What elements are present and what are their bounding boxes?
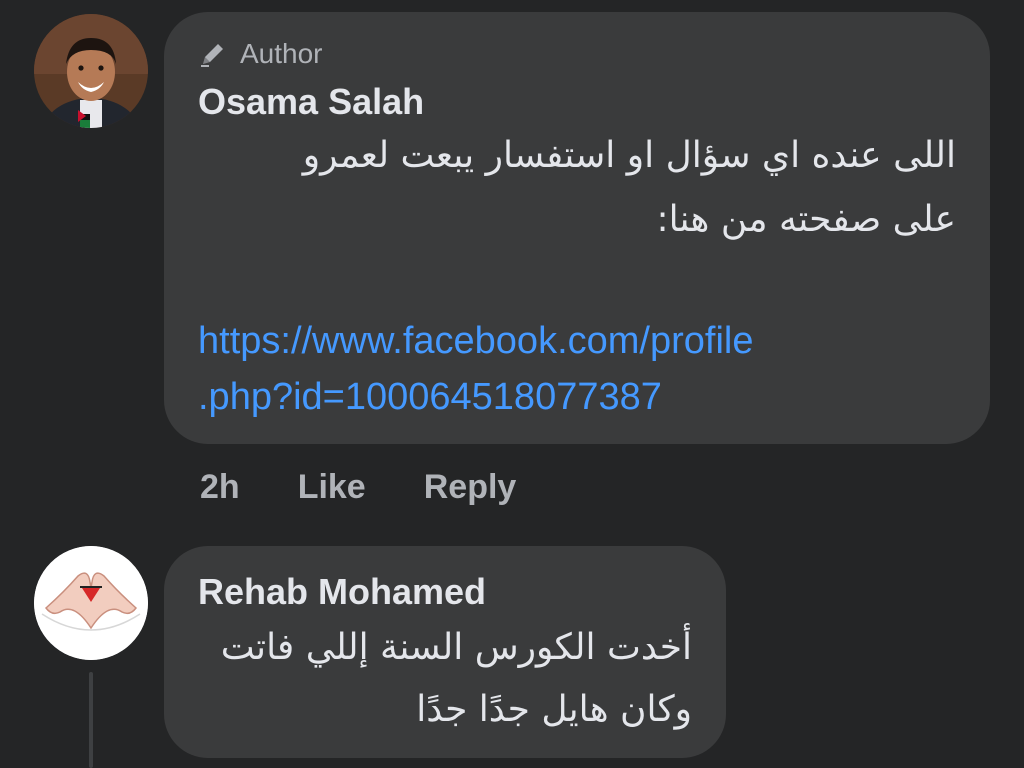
avatar-osama-salah[interactable] — [34, 14, 148, 128]
profile-link[interactable]: .php?id=100064518077387 — [198, 372, 662, 422]
thread-line — [89, 672, 93, 768]
author-badge-label: Author — [240, 38, 323, 69]
avatar-rehab-mohamed[interactable] — [34, 546, 148, 660]
comment-text-line: وكان هايل جدًا جدًا — [416, 689, 692, 730]
reply-button[interactable]: Reply — [424, 468, 517, 507]
profile-photo-icon — [34, 14, 148, 128]
comments-section: Author Osama Salah اللى عنده اي سؤال او … — [0, 0, 1024, 768]
pencil-icon — [198, 39, 228, 69]
comment-bubble-osama: Author Osama Salah اللى عنده اي سؤال او … — [164, 12, 990, 444]
comment-bubble-rehab: Rehab Mohamed أخدت الكورس السنة إللي فات… — [164, 546, 726, 758]
comment-text-line: أخدت الكورس السنة إللي فاتت — [220, 627, 692, 668]
like-button[interactable]: Like — [298, 468, 366, 507]
author-badge: Author — [198, 36, 323, 72]
comment-text-line: اللى عنده اي سؤال او استفسار يبعت لعمرو — [302, 135, 956, 176]
comment-text-line: على صفحته من هنا: — [656, 199, 956, 240]
comment-actions: 2h Like Reply — [200, 462, 516, 512]
heart-hands-icon — [34, 546, 148, 660]
profile-link[interactable]: https://www.facebook.com/profile — [198, 316, 753, 366]
commenter-name[interactable]: Osama Salah — [198, 82, 424, 122]
timestamp[interactable]: 2h — [200, 468, 240, 507]
commenter-name[interactable]: Rehab Mohamed — [198, 572, 486, 612]
